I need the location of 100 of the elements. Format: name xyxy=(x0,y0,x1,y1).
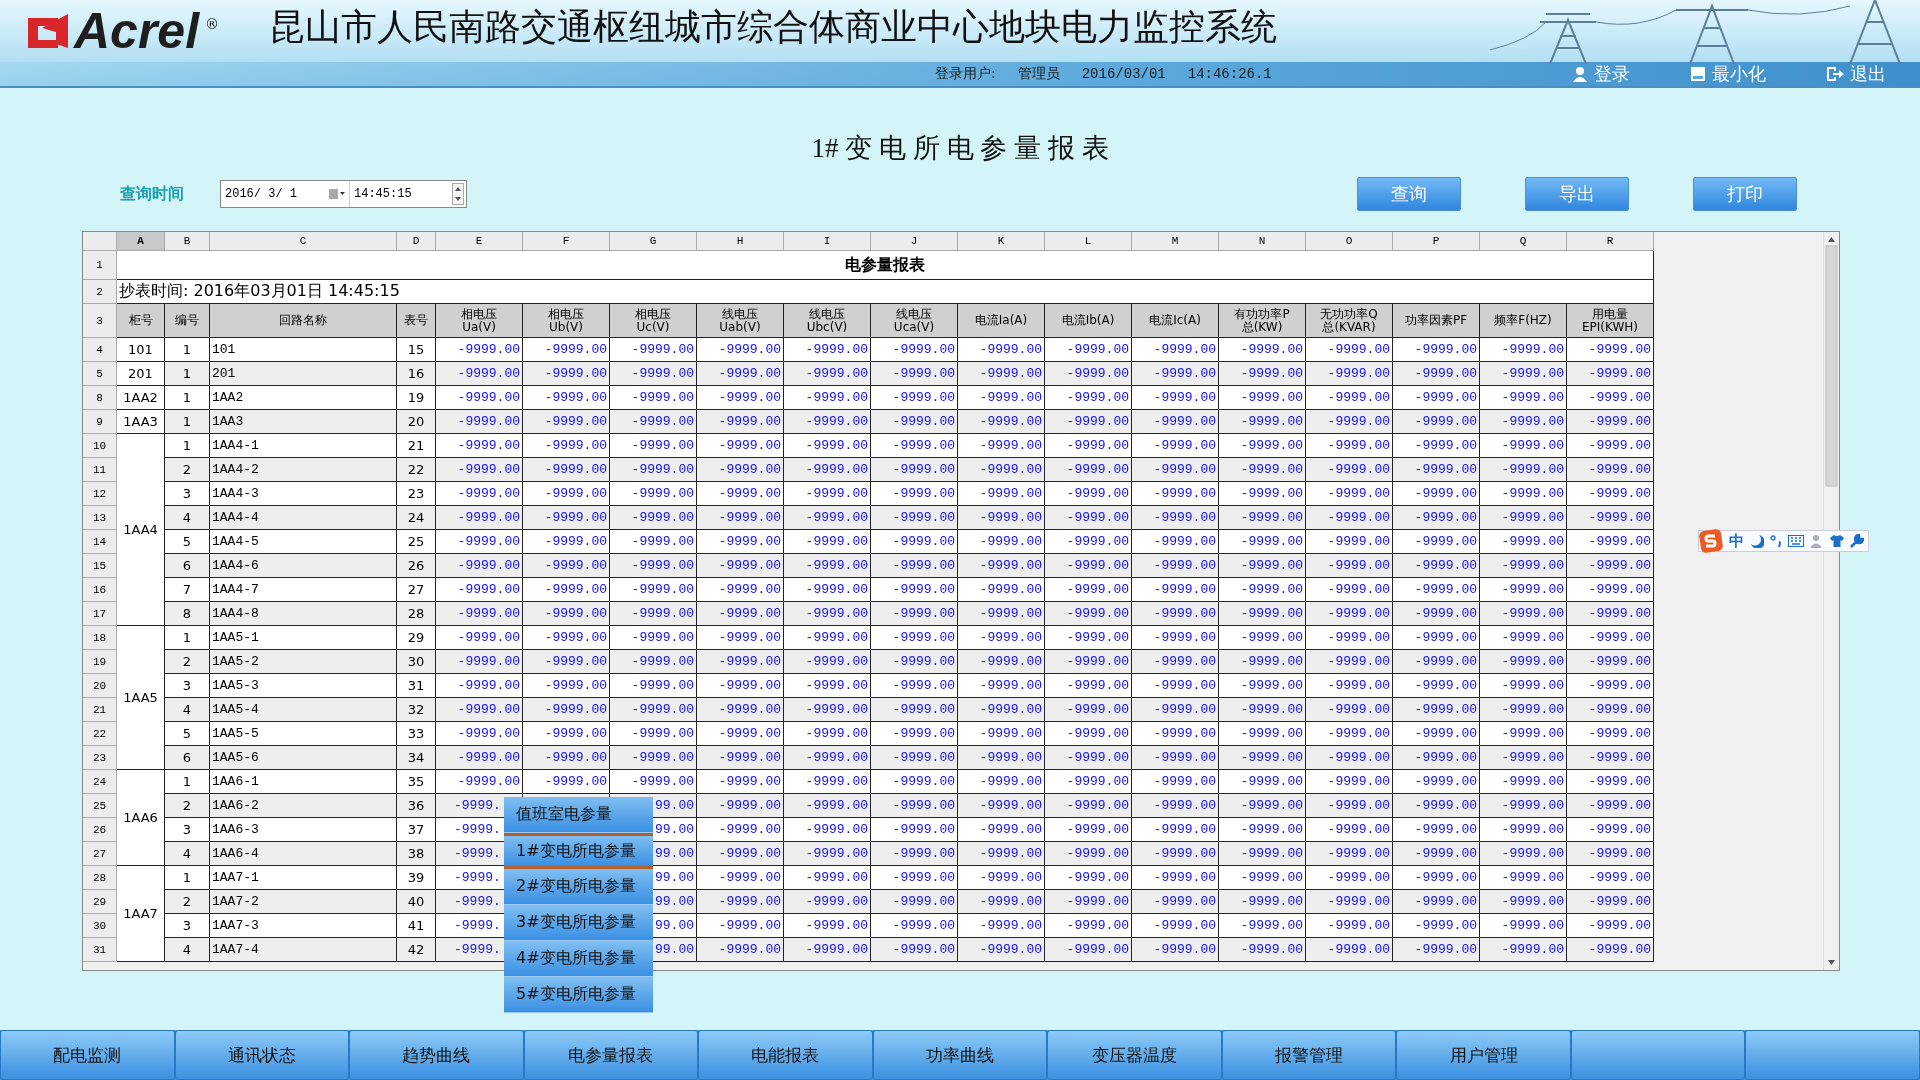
table-cell: -9999.00 xyxy=(436,434,523,458)
table-cell: -9999.00 xyxy=(1306,866,1393,890)
spinner-icon xyxy=(452,183,464,205)
table-cell: -9999.00 xyxy=(958,530,1045,554)
nav-tab[interactable]: 功率曲线 xyxy=(872,1030,1048,1080)
menu-item[interactable]: 3#变电所电参量 xyxy=(504,905,653,941)
current-date: 2016/03/01 xyxy=(1081,66,1166,82)
table-cell: -9999.00 xyxy=(1393,794,1480,818)
table-cell: -9999.00 xyxy=(1567,602,1654,626)
column-header[interactable]: R xyxy=(1567,232,1654,251)
table-cell: 1AA7-2 xyxy=(210,890,397,914)
column-header[interactable]: M xyxy=(1132,232,1219,251)
column-header[interactable]: Q xyxy=(1480,232,1567,251)
moon-icon[interactable] xyxy=(1750,534,1764,548)
table-cell: -9999.00 xyxy=(1219,866,1306,890)
column-header[interactable]: H xyxy=(697,232,784,251)
column-header[interactable]: C xyxy=(210,232,397,251)
table-cell: -9999.00 xyxy=(958,410,1045,434)
table-cell: -9999.00 xyxy=(1480,794,1567,818)
nav-tab[interactable] xyxy=(1745,1030,1920,1080)
table-cell: 1AA6-3 xyxy=(210,818,397,842)
table-cell: -9999.00 xyxy=(1480,842,1567,866)
table-cell: 20 xyxy=(397,410,436,434)
table-cell: -9999.00 xyxy=(1219,674,1306,698)
nav-tab[interactable]: 通讯状态 xyxy=(174,1030,350,1080)
menu-item[interactable]: 5#变电所电参量 xyxy=(504,977,653,1013)
input-mode[interactable]: 中 xyxy=(1729,531,1744,551)
row-number: 26 xyxy=(83,818,117,842)
table-cell: -9999.00 xyxy=(697,386,784,410)
table-cell: -9999.00 xyxy=(958,794,1045,818)
table-cell: -9999.00 xyxy=(784,626,871,650)
table-cell: -9999.00 xyxy=(871,410,958,434)
table-cell: -9999.00 xyxy=(697,362,784,386)
table-cell: -9999.00 xyxy=(784,746,871,770)
menu-item[interactable]: 值班室电参量 xyxy=(504,797,653,833)
table-cell: -9999.00 xyxy=(784,578,871,602)
column-header[interactable]: F xyxy=(523,232,610,251)
table-cell: -9999.00 xyxy=(1393,722,1480,746)
column-header[interactable]: P xyxy=(1393,232,1480,251)
nav-tab[interactable]: 报警管理 xyxy=(1221,1030,1397,1080)
datetime-field[interactable]: 2016/ 3/ 1 14:45:15 xyxy=(220,180,467,208)
table-cell: -9999.00 xyxy=(871,482,958,506)
scrollbar[interactable] xyxy=(1823,232,1839,970)
wrench-icon[interactable] xyxy=(1850,534,1864,548)
punctuation-icon[interactable] xyxy=(1770,534,1782,548)
column-header[interactable]: L xyxy=(1045,232,1132,251)
nav-tab[interactable]: 变压器温度 xyxy=(1047,1030,1222,1080)
menu-item[interactable]: 1#变电所电参量 xyxy=(504,833,653,869)
table-cell: -9999.00 xyxy=(1045,458,1132,482)
shirt-icon[interactable] xyxy=(1830,534,1844,548)
table-cell: -9999.00 xyxy=(697,458,784,482)
nav-tab[interactable]: 配电监测 xyxy=(0,1030,175,1080)
table-cell: 7 xyxy=(165,578,210,602)
menu-item[interactable]: 2#变电所电参量 xyxy=(504,869,653,905)
table-cell: -9999.00 xyxy=(610,770,697,794)
column-header[interactable]: D xyxy=(397,232,436,251)
table-cell: -9999.00 xyxy=(523,770,610,794)
column-header[interactable]: E xyxy=(436,232,523,251)
table-cell: -9999.00 xyxy=(697,674,784,698)
table-cell: -9999.00 xyxy=(1219,746,1306,770)
table-cell: -9999.00 xyxy=(1393,530,1480,554)
column-header[interactable]: N xyxy=(1219,232,1306,251)
table-cell: -9999.00 xyxy=(610,554,697,578)
column-header[interactable]: G xyxy=(610,232,697,251)
ime-toolbar[interactable]: 中 xyxy=(1698,530,1869,552)
table-cell: -9999.00 xyxy=(1132,578,1219,602)
nav-tab[interactable]: 用户管理 xyxy=(1396,1030,1571,1080)
table-cell: 8 xyxy=(165,602,210,626)
column-header[interactable]: I xyxy=(784,232,871,251)
column-header[interactable]: A xyxy=(117,232,165,251)
keyboard-icon[interactable] xyxy=(1788,535,1804,547)
table-cell: -9999.00 xyxy=(1306,338,1393,362)
nav-tab[interactable] xyxy=(1570,1030,1746,1080)
table-cell: 30 xyxy=(397,650,436,674)
table-cell: 1AA7-1 xyxy=(210,866,397,890)
table-cell: -9999.00 xyxy=(1045,530,1132,554)
table-cell: -9999.00 xyxy=(1393,914,1480,938)
table-cell: -9999.00 xyxy=(1393,506,1480,530)
table-cell: -9999.00 xyxy=(1567,578,1654,602)
table-cell: -9999.00 xyxy=(523,650,610,674)
table-cell: -9999.00 xyxy=(1219,842,1306,866)
nav-tab[interactable]: 趋势曲线 xyxy=(349,1030,524,1080)
table-cell: -9999.00 xyxy=(958,434,1045,458)
nav-tab[interactable]: 电参量报表 xyxy=(523,1030,699,1080)
table-cell: -9999.00 xyxy=(697,890,784,914)
column-title: 相电压 Ub(V) xyxy=(523,304,610,338)
column-header[interactable]: K xyxy=(958,232,1045,251)
table-cell: -9999.00 xyxy=(1480,914,1567,938)
table-cell: -9999.00 xyxy=(610,482,697,506)
table-cell: -9999.00 xyxy=(1480,890,1567,914)
column-header[interactable]: B xyxy=(165,232,210,251)
table-cell: -9999.00 xyxy=(610,362,697,386)
table-cell: -9999.00 xyxy=(1393,674,1480,698)
table-cell: 1AA5-3 xyxy=(210,674,397,698)
nav-tab[interactable]: 电能报表 xyxy=(698,1030,873,1080)
column-header[interactable]: O xyxy=(1306,232,1393,251)
table-cell: -9999.00 xyxy=(784,338,871,362)
menu-item[interactable]: 4#变电所电参量 xyxy=(504,941,653,977)
table-cell: -9999.00 xyxy=(523,674,610,698)
column-header[interactable]: J xyxy=(871,232,958,251)
